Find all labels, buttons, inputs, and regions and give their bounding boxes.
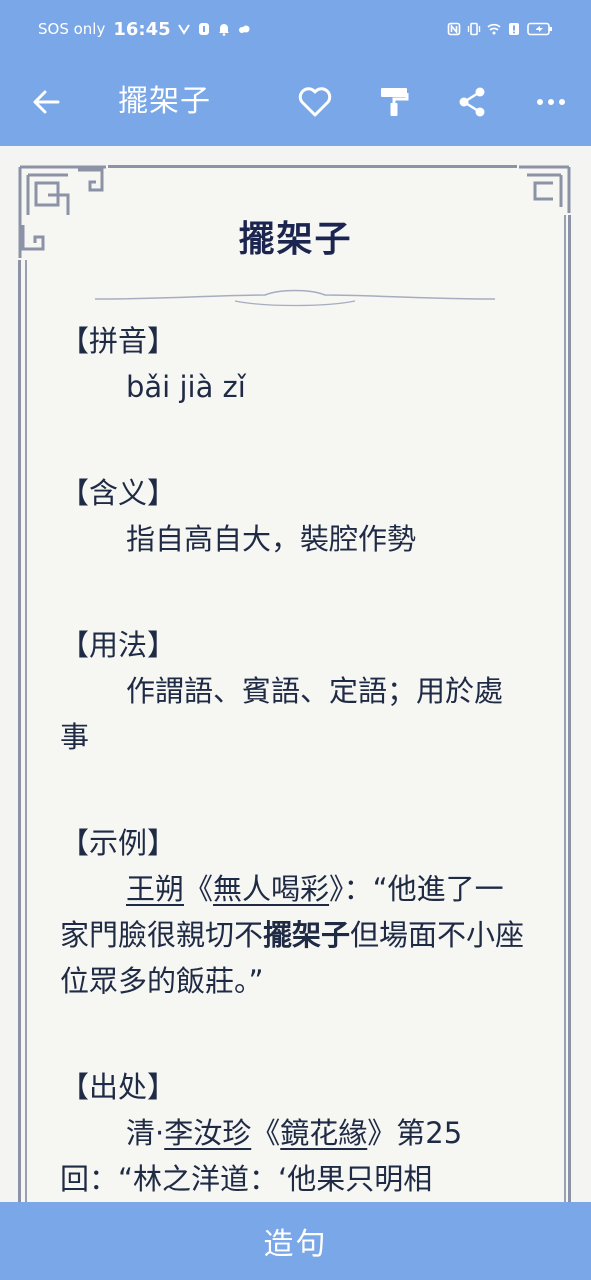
- app-bar: 擺架子: [0, 58, 591, 146]
- status-time: 16:45: [113, 18, 171, 40]
- example-highlight-word: 擺架子: [263, 918, 351, 952]
- bell-icon: [218, 24, 229, 36]
- arrow-left-icon: [33, 90, 60, 114]
- meaning-text: 指自高自大，裝腔作勢: [126, 522, 417, 556]
- paint-roller-icon: [381, 88, 409, 116]
- heart-icon: [298, 87, 332, 117]
- section-head-meaning: 【含义】: [60, 476, 177, 510]
- more-icon: [537, 99, 565, 105]
- cloud-icon: [238, 25, 250, 33]
- source-dynasty: 清·: [126, 1116, 165, 1150]
- make-sentence-label: 造句: [263, 1227, 328, 1262]
- book-mark-close: 》: [329, 872, 344, 906]
- make-sentence-button[interactable]: 造句: [0, 1202, 591, 1280]
- source-author-link[interactable]: 李汝珍: [164, 1116, 251, 1150]
- example-text: 王朔《無人喝彩》：“他進了一家門臉很親切不擺架子但場面不小座位眾多的飯莊。”: [60, 866, 530, 1004]
- nfc-icon: [447, 22, 461, 36]
- status-text: SOS only: [38, 20, 106, 38]
- pinyin-text: bǎi jià zǐ: [126, 370, 246, 404]
- entry-word: 擺架子: [238, 219, 353, 260]
- source-book-link[interactable]: 鏡花緣: [280, 1116, 367, 1150]
- title-divider-ornament: [95, 289, 495, 307]
- section-head-pinyin: 【拼音】: [60, 324, 177, 358]
- corner-ornament-top-right: [517, 165, 571, 215]
- book-mark-open: 《: [251, 1116, 281, 1150]
- share-icon: [459, 87, 485, 117]
- entry-content: 【拼音】 bǎi jià zǐ 【含义】 指自高自大，裝腔作勢 【用法】 作謂語…: [60, 318, 530, 1202]
- vibrate-icon: [467, 22, 481, 36]
- usage-text: 作謂語、賓語、定語；用於處事: [60, 674, 504, 754]
- book-mark-open: 《: [184, 872, 214, 906]
- gecko-icon: [177, 24, 190, 35]
- source-text: 清·李汝珍《鏡花緣》第25回：“林之洋道：‘他果只明相: [60, 1110, 530, 1202]
- share-button[interactable]: [450, 80, 494, 124]
- alert-icon: [509, 23, 519, 35]
- more-button[interactable]: [529, 80, 573, 124]
- book-mark-close: 》: [367, 1116, 397, 1150]
- section-head-example: 【示例】: [60, 826, 177, 860]
- example-author-link[interactable]: 王朔: [126, 872, 184, 906]
- battery-icon: [527, 22, 552, 36]
- favorite-button[interactable]: [293, 80, 337, 124]
- section-head-source: 【出处】: [60, 1070, 177, 1104]
- example-book-link[interactable]: 無人喝彩: [213, 872, 329, 906]
- page-title: 擺架子: [118, 84, 211, 119]
- section-head-usage: 【用法】: [60, 628, 177, 662]
- back-button[interactable]: [26, 80, 66, 124]
- wifi-icon: [487, 23, 501, 35]
- theme-button[interactable]: [372, 80, 416, 124]
- shield-icon: [198, 23, 209, 35]
- status-bar: SOS only 16:45: [0, 0, 591, 58]
